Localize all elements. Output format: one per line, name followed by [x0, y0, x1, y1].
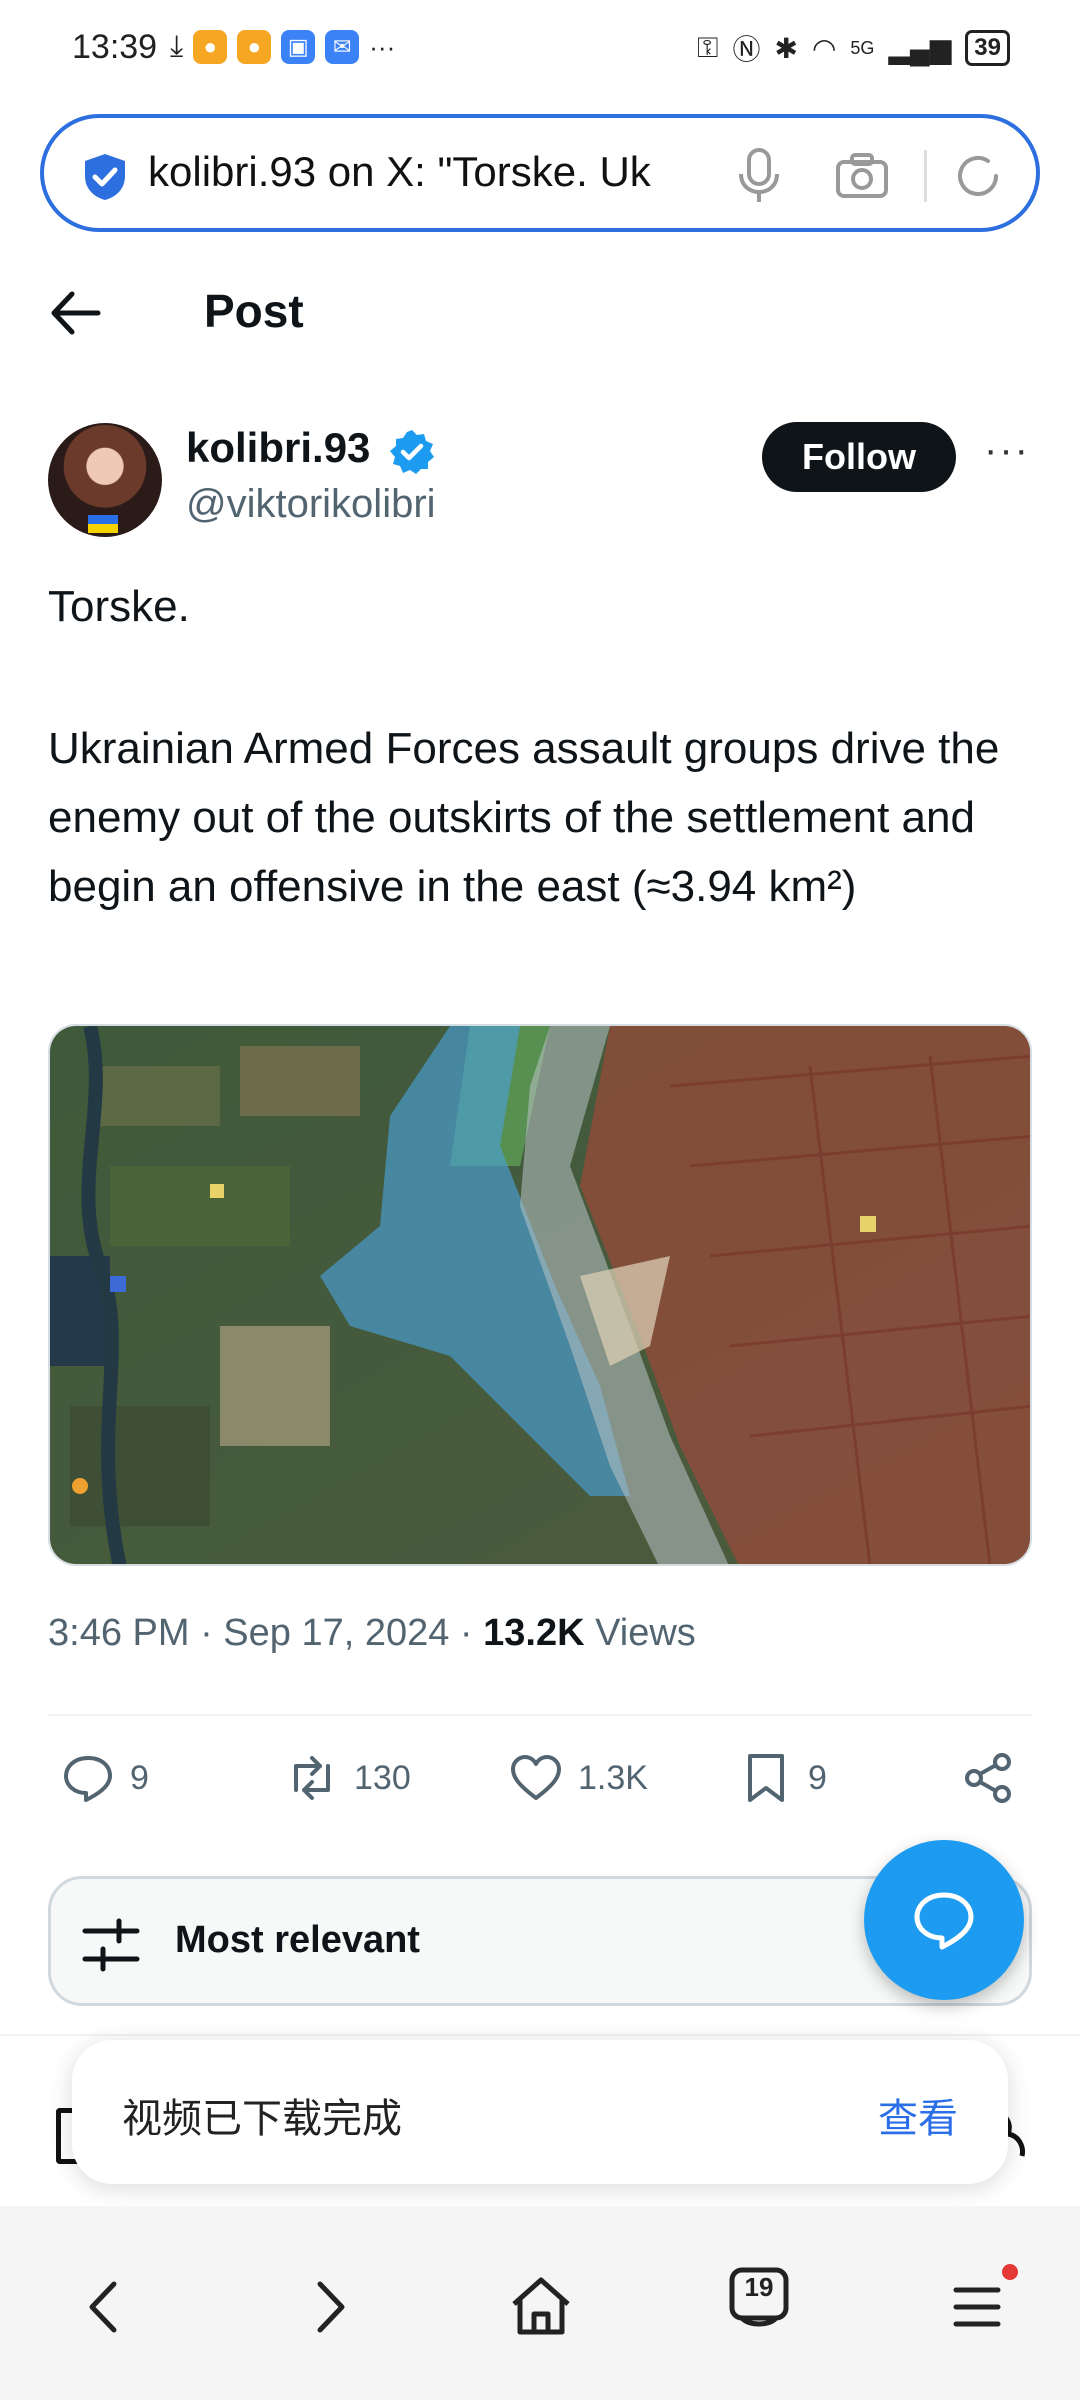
tweet-text-line1: Torske.: [48, 582, 190, 631]
reply-count: 9: [130, 1758, 149, 1797]
repost-count: 130: [354, 1758, 411, 1797]
browser-tabs-button[interactable]: 19: [728, 2266, 790, 2328]
tweet-meta: 3:46 PM · Sep 17, 2024 · 13.2K Views: [48, 1612, 696, 1655]
repost-icon: [294, 1756, 330, 1800]
shield-app-icon: ▣: [281, 30, 316, 64]
tweet-map-image[interactable]: [48, 1024, 1032, 1566]
like-button[interactable]: 1.3K: [508, 1750, 648, 1806]
shield-check-icon: [85, 154, 125, 200]
bluetooth-icon: ✱: [774, 32, 798, 64]
toast-view-button[interactable]: 查看: [878, 2086, 958, 2144]
camera-icon[interactable]: [834, 150, 890, 202]
network-type: 5G: [850, 37, 875, 58]
verified-badge-icon: [390, 430, 434, 474]
signal-icon: ▂▄▆: [888, 32, 952, 64]
browser-menu-icon[interactable]: [942, 2272, 1012, 2342]
avatar[interactable]: [48, 423, 162, 537]
reply-icon: [64, 1756, 112, 1802]
url-bar[interactable]: kolibri.93 on X: "Torske. Uk: [40, 114, 1040, 232]
weibo-icon-2: ●: [237, 30, 272, 64]
url-divider: [924, 150, 927, 202]
author-handle[interactable]: @viktorikolibri: [186, 482, 436, 527]
follow-button[interactable]: Follow: [762, 422, 956, 492]
battery-indicator: 39: [965, 30, 1010, 66]
status-time: 13:39: [72, 28, 158, 66]
bookmark-button[interactable]: 9: [738, 1750, 827, 1806]
bookmark-count: 9: [808, 1758, 827, 1797]
satellite-map-graphic: [50, 1026, 1030, 1564]
message-app-icon: ✉: [325, 30, 360, 64]
browser-forward-icon[interactable]: [294, 2272, 364, 2342]
ukraine-flag-icon: [88, 515, 118, 533]
wifi-icon: ◠: [811, 32, 837, 64]
sort-label: Most relevant: [175, 1919, 420, 1961]
download-toast: 视频已下载完成 查看: [72, 2040, 1008, 2184]
chat-bubble-icon: [914, 1892, 974, 1950]
more-options-icon[interactable]: ···: [984, 428, 1032, 488]
divider: [0, 2034, 1080, 2036]
tweet-actions: 9 130 1.3K 9: [48, 1750, 1032, 1820]
weibo-icon: ●: [193, 30, 228, 64]
views-label: Views: [584, 1612, 696, 1654]
share-button[interactable]: [960, 1750, 1016, 1806]
page-title: Post: [204, 285, 304, 337]
divider: [48, 1714, 1032, 1716]
sliders-icon: [82, 1918, 140, 1972]
status-notification-icons: ⤓ ● ● ▣ ✉ ···: [170, 30, 395, 64]
share-icon: [965, 1753, 1011, 1803]
browser-back-icon[interactable]: [70, 2272, 140, 2342]
browser-home-icon[interactable]: [506, 2272, 576, 2342]
notification-dot: [1002, 2264, 1018, 2280]
heart-icon: [511, 1755, 561, 1800]
refresh-icon[interactable]: [952, 150, 1004, 202]
url-text[interactable]: kolibri.93 on X: "Torske. Uk: [148, 148, 718, 196]
status-bar: 13:39 ⤓ ● ● ▣ ✉ ··· ⚿ Ⓝ ✱ ◠ 5G ▂▄▆ 39: [0, 0, 1080, 100]
nfc-icon: Ⓝ: [732, 34, 761, 65]
browser-bottom-nav: 19: [0, 2206, 1080, 2400]
tweet-text-body: Ukrainian Armed Forces assault groups dr…: [48, 724, 1000, 911]
like-count: 1.3K: [578, 1758, 648, 1797]
views-count: 13.2K: [483, 1612, 585, 1654]
compose-reply-button[interactable]: [864, 1840, 1024, 2000]
tweet-timestamp: 3:46 PM · Sep 17, 2024 ·: [48, 1612, 484, 1654]
bookmark-icon: [748, 1754, 784, 1802]
microphone-icon[interactable]: [734, 146, 784, 206]
status-system-icons: ⚿ Ⓝ ✱ ◠ 5G ▂▄▆ 39: [697, 28, 1010, 68]
reply-button[interactable]: 9: [60, 1750, 149, 1806]
back-arrow-icon[interactable]: [48, 288, 102, 338]
key-icon: ⚿: [697, 31, 719, 63]
author-name[interactable]: kolibri.93: [186, 424, 370, 472]
overflow-icon: ···: [369, 31, 396, 62]
tab-count: 19: [744, 2272, 774, 2302]
toast-message: 视频已下载完成: [122, 2096, 402, 2142]
repost-button[interactable]: 130: [284, 1750, 411, 1806]
download-icon: ⤓: [170, 30, 184, 63]
